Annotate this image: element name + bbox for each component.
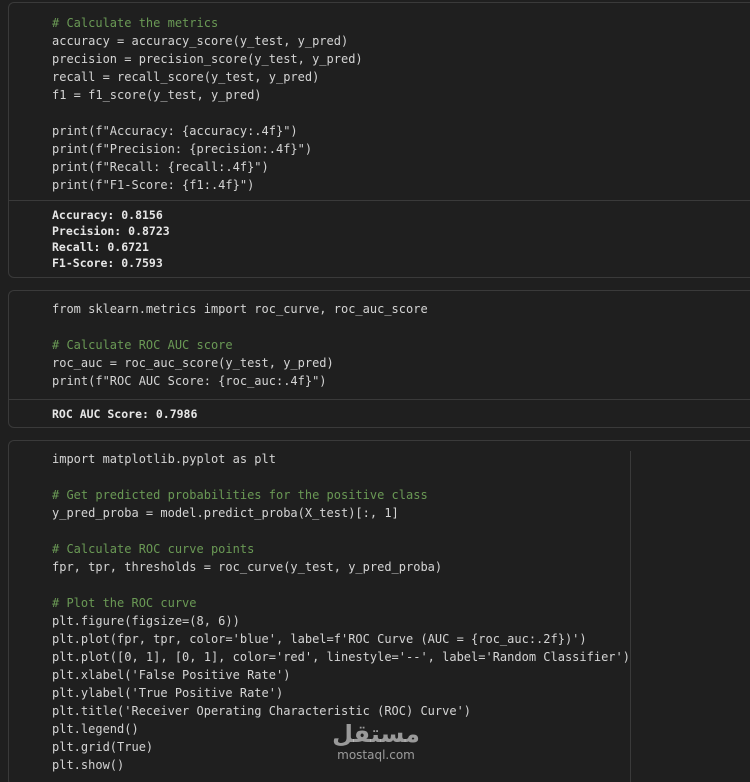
code-line: # Calculate ROC AUC score bbox=[52, 338, 233, 352]
cell-output: ROC AUC Score: 0.7986 bbox=[9, 399, 750, 427]
mostaql-logo: مستقل bbox=[332, 720, 420, 748]
output-line: ROC AUC Score: 0.7986 bbox=[52, 407, 198, 421]
code-line: plt.figure(figsize=(8, 6)) bbox=[52, 614, 240, 628]
output-line: Precision: 0.8723 bbox=[52, 224, 170, 238]
cell-output: Accuracy: 0.8156 Precision: 0.8723 Recal… bbox=[9, 200, 750, 277]
code-line: plt.xlabel('False Positive Rate') bbox=[52, 668, 291, 682]
code-line: from sklearn.metrics import roc_curve, r… bbox=[52, 302, 428, 316]
notebook-cell-roc-auc[interactable]: from sklearn.metrics import roc_curve, r… bbox=[8, 290, 750, 428]
notebook-cell-metrics[interactable]: # Calculate the metrics accuracy = accur… bbox=[8, 2, 750, 278]
code-line: import matplotlib.pyplot as plt bbox=[52, 452, 276, 466]
output-line: Accuracy: 0.8156 bbox=[52, 208, 163, 222]
code-line: plt.plot(fpr, tpr, color='blue', label=f… bbox=[52, 632, 587, 646]
code-editor[interactable]: from sklearn.metrics import roc_curve, r… bbox=[9, 291, 750, 399]
code-line: # Calculate the metrics bbox=[52, 16, 219, 30]
output-line: F1-Score: 0.7593 bbox=[52, 256, 163, 270]
code-line: plt.plot([0, 1], [0, 1], color='red', li… bbox=[52, 650, 630, 664]
code-line: fpr, tpr, thresholds = roc_curve(y_test,… bbox=[52, 560, 443, 574]
code-line: print(f"ROC AUC Score: {roc_auc:.4f}") bbox=[52, 374, 327, 388]
code-line: f1 = f1_score(y_test, y_pred) bbox=[52, 88, 262, 102]
code-line: plt.ylabel('True Positive Rate') bbox=[52, 686, 284, 700]
code-line: recall = recall_score(y_test, y_pred) bbox=[52, 70, 320, 84]
code-line: print(f"F1-Score: {f1:.4f}") bbox=[52, 178, 255, 192]
code-line: precision = precision_score(y_test, y_pr… bbox=[52, 52, 363, 66]
watermark-url: mostaql.com bbox=[337, 748, 415, 762]
code-line: print(f"Precision: {precision:.4f}") bbox=[52, 142, 313, 156]
code-line: accuracy = accuracy_score(y_test, y_pred… bbox=[52, 34, 349, 48]
code-line: plt.title('Receiver Operating Characteri… bbox=[52, 704, 472, 718]
code-line: print(f"Recall: {recall:.4f}") bbox=[52, 160, 269, 174]
code-line: # Calculate ROC curve points bbox=[52, 542, 255, 556]
code-line: y_pred_proba = model.predict_proba(X_tes… bbox=[52, 506, 399, 520]
output-line: Recall: 0.6721 bbox=[52, 240, 149, 254]
mostaql-watermark: مستقل mostaql.com bbox=[326, 720, 426, 762]
code-editor[interactable]: # Calculate the metrics accuracy = accur… bbox=[9, 3, 750, 200]
code-line: # Get predicted probabilities for the po… bbox=[52, 488, 428, 502]
code-line: roc_auc = roc_auc_score(y_test, y_pred) bbox=[52, 356, 334, 370]
code-line: # Plot the ROC curve bbox=[52, 596, 197, 610]
code-line: print(f"Accuracy: {accuracy:.4f}") bbox=[52, 124, 298, 138]
